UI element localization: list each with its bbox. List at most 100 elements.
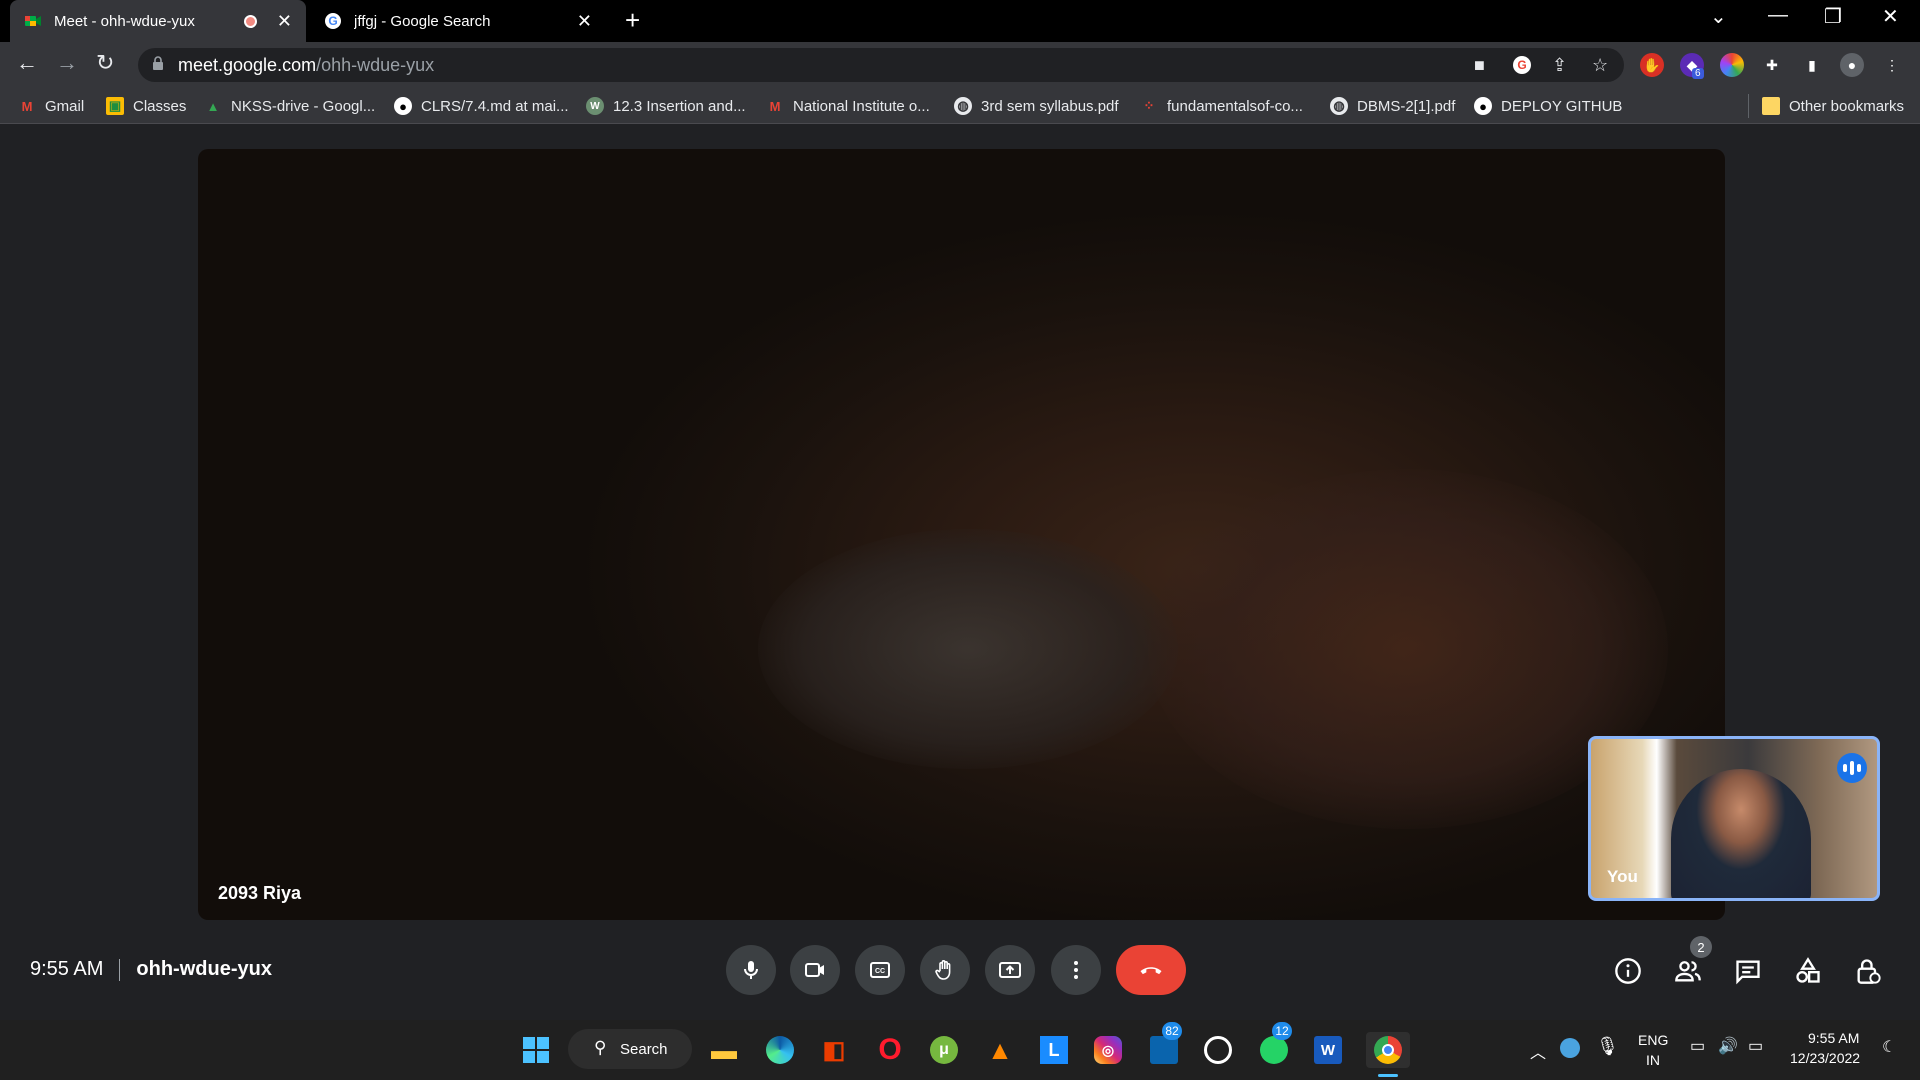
google-lens-icon[interactable]: G: [1512, 55, 1532, 80]
browser-toolbar: ← → ↻ meet.google.com/ohh-wdue-yux ■ G ⇪…: [0, 42, 1920, 88]
globe-icon: ◍: [954, 97, 972, 115]
close-tab-icon[interactable]: ✕: [277, 11, 292, 32]
svg-text:CC: CC: [875, 968, 885, 975]
bookmark-item[interactable]: ▣ Classes: [106, 97, 186, 115]
leave-call-button[interactable]: [1116, 945, 1186, 995]
gmail-icon: M: [769, 98, 781, 114]
office-icon[interactable]: ◧: [816, 1032, 852, 1068]
github-icon: ●: [394, 97, 412, 115]
more-options-button[interactable]: [1051, 945, 1101, 995]
word-icon[interactable]: W: [1310, 1032, 1346, 1068]
opera-icon[interactable]: O: [872, 1032, 908, 1068]
w-site-icon: W: [586, 97, 604, 115]
chrome-menu-icon[interactable]: ⋮: [1880, 53, 1904, 77]
utorrent-icon[interactable]: μ: [926, 1032, 962, 1068]
host-controls-button[interactable]: [1852, 955, 1884, 987]
extension-red-icon[interactable]: ✋: [1640, 53, 1664, 77]
bookmark-item[interactable]: ▲ NKSS-drive - Googl...: [204, 97, 376, 115]
people-icon: [1675, 961, 1701, 982]
present-screen-icon: [999, 962, 1021, 978]
more-vert-icon: [1074, 961, 1078, 979]
focus-moon-icon[interactable]: ☾: [1882, 1037, 1896, 1057]
whatsapp-badge: 12: [1272, 1022, 1292, 1040]
microphone-button[interactable]: [726, 945, 776, 995]
captions-button[interactable]: CC: [855, 945, 905, 995]
extensions-puzzle-icon[interactable]: ✚: [1760, 53, 1784, 77]
whatsapp-icon[interactable]: [1200, 1032, 1236, 1068]
bookmark-item[interactable]: M Gmail: [18, 97, 85, 115]
raise-hand-icon: [935, 960, 951, 980]
color-picker-extension-icon[interactable]: [1720, 53, 1744, 77]
network-icon[interactable]: ▭: [1690, 1036, 1705, 1056]
camera-button[interactable]: [790, 945, 840, 995]
forward-button[interactable]: →: [56, 50, 78, 76]
bookmark-item[interactable]: W 12.3 Insertion and...: [586, 97, 746, 115]
vlc-icon[interactable]: ▲: [982, 1032, 1018, 1068]
clock-date[interactable]: 12/23/2022: [1790, 1050, 1860, 1066]
share-icon[interactable]: ⇪: [1552, 55, 1567, 76]
volume-icon[interactable]: 🔊: [1718, 1036, 1738, 1056]
edge-icon[interactable]: [762, 1032, 798, 1068]
address-bar[interactable]: meet.google.com/ohh-wdue-yux ■ G ⇪ ☆: [138, 48, 1624, 82]
url-text: meet.google.com/ohh-wdue-yux: [178, 55, 435, 75]
windows-start-icon[interactable]: [518, 1032, 554, 1068]
self-view-tile[interactable]: You: [1588, 736, 1880, 901]
lock-person-icon: [1857, 959, 1881, 984]
bookmark-item[interactable]: ● DEPLOY GITHUB: [1474, 97, 1622, 115]
self-label: You: [1607, 867, 1638, 886]
present-screen-button[interactable]: [985, 945, 1035, 995]
chrome-taskbar-icon[interactable]: [1366, 1032, 1410, 1068]
microphone-tray-icon[interactable]: 🎙: [1596, 1036, 1619, 1057]
language-label[interactable]: ENG: [1638, 1032, 1668, 1048]
tab-google-search[interactable]: G jffgj - Google Search ✕: [310, 0, 606, 42]
dots-icon: ⁘: [1143, 98, 1155, 113]
file-explorer-icon[interactable]: ▬: [706, 1032, 742, 1068]
people-button[interactable]: [1672, 955, 1704, 987]
activities-button[interactable]: [1792, 955, 1824, 987]
chat-button[interactable]: [1732, 955, 1764, 987]
tray-app-icon[interactable]: [1560, 1038, 1580, 1058]
tab-meet[interactable]: Meet - ohh-wdue-yux ✕: [10, 0, 306, 42]
bookmark-item[interactable]: M National Institute o...: [766, 97, 930, 115]
bookmark-star-icon[interactable]: ☆: [1592, 55, 1608, 76]
side-panel-icon[interactable]: ▮: [1800, 53, 1824, 77]
meeting-details-button[interactable]: [1612, 955, 1644, 987]
back-button[interactable]: ←: [16, 50, 38, 76]
clock-time[interactable]: 9:55 AM: [1808, 1030, 1859, 1046]
extension-badge: 6: [1692, 68, 1704, 79]
video-content: [758, 529, 1178, 769]
instagram-icon[interactable]: ◎: [1090, 1032, 1126, 1068]
svg-text:G: G: [1517, 58, 1526, 72]
bookmark-item[interactable]: ⁘ fundamentalsof-co...: [1140, 97, 1303, 115]
close-window-button[interactable]: ✕: [1882, 4, 1899, 29]
raise-hand-button[interactable]: [920, 945, 970, 995]
profile-avatar[interactable]: ●: [1840, 53, 1864, 77]
meeting-time: 9:55 AM: [30, 958, 104, 980]
bookmarks-divider: [1748, 94, 1749, 118]
camera-in-use-icon[interactable]: ■: [1474, 55, 1485, 76]
l-app-icon[interactable]: L: [1036, 1032, 1072, 1068]
restore-button[interactable]: ❐: [1824, 4, 1842, 29]
info-icon: [1615, 958, 1641, 984]
other-bookmarks-folder[interactable]: Other bookmarks: [1762, 97, 1904, 115]
gmail-icon: M: [21, 98, 33, 114]
region-label[interactable]: IN: [1646, 1052, 1660, 1068]
bookmark-item[interactable]: ◍ DBMS-2[1].pdf: [1330, 97, 1455, 115]
new-tab-button[interactable]: +: [625, 5, 640, 36]
active-app-indicator: [1378, 1074, 1398, 1077]
bookmark-item[interactable]: ◍ 3rd sem syllabus.pdf: [954, 97, 1119, 115]
microphone-icon: [744, 961, 758, 979]
close-tab-icon[interactable]: ✕: [577, 11, 592, 32]
minimize-button[interactable]: —: [1768, 4, 1788, 27]
meeting-details: 9:55 AM ohh-wdue-yux: [30, 958, 272, 981]
tab-search-chevron-icon[interactable]: ⌄: [1710, 4, 1727, 29]
tab-title: Meet - ohh-wdue-yux: [54, 12, 195, 30]
battery-icon[interactable]: ▭: [1748, 1036, 1763, 1056]
taskbar-search[interactable]: ⚲ Search: [568, 1029, 692, 1069]
bookmark-item[interactable]: ● CLRS/7.4.md at mai...: [394, 97, 569, 115]
remote-video-tile[interactable]: [198, 149, 1725, 920]
show-hidden-icons-chevron-icon[interactable]: ︿: [1530, 1039, 1546, 1063]
globe-icon: ◍: [1330, 97, 1348, 115]
reload-button[interactable]: ↻: [96, 50, 114, 76]
google-icon: G: [324, 12, 342, 30]
